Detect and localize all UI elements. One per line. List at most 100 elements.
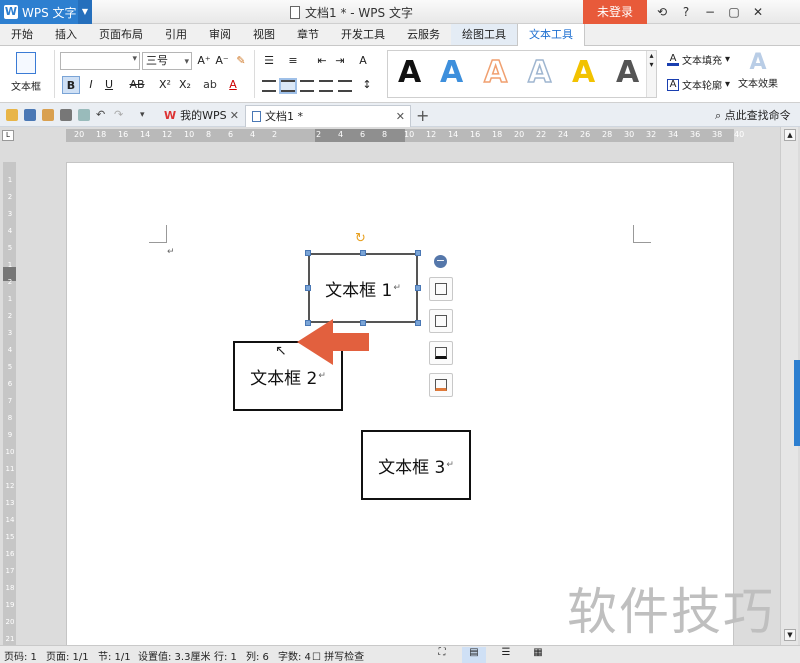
ruler-tick-label: 22	[536, 130, 547, 139]
fill-button[interactable]	[429, 341, 453, 365]
underline-button[interactable]: U	[102, 76, 116, 94]
ruler-tick-label: 9	[7, 431, 13, 439]
scroll-up-icon[interactable]: ▲	[784, 129, 796, 141]
bold-button[interactable]: B	[62, 76, 80, 94]
text-fill-button[interactable]: A 文本填充 ▾	[667, 52, 730, 67]
style-sample-grey-outline[interactable]: A	[527, 54, 552, 91]
font-size-select[interactable]: 三号	[142, 52, 192, 70]
clear-format-icon[interactable]: ✎	[234, 52, 248, 70]
tab-cloud[interactable]: 云服务	[396, 24, 451, 45]
decrease-indent-icon[interactable]: ⇤	[314, 52, 330, 70]
text-outline-button[interactable]: A 文本轮廓 ▾	[667, 77, 730, 92]
resize-handle[interactable]	[305, 250, 311, 256]
layout-options-button[interactable]	[429, 277, 453, 301]
numbered-list-icon[interactable]: ≡	[284, 52, 302, 70]
tab-document-1[interactable]: 文档1 * ✕	[245, 105, 411, 127]
align-justify-icon[interactable]	[319, 80, 333, 92]
rotate-handle-icon[interactable]: ↻	[355, 231, 366, 246]
print-preview-icon[interactable]	[78, 109, 90, 121]
tab-my-wps[interactable]: W 我的WPS ✕	[158, 105, 244, 127]
increase-indent-icon[interactable]: ⇥	[332, 52, 348, 70]
vertical-ruler[interactable]: 1 2 3 4 5 1 2 1 2 3 4 5 6 7 8 9 10 11 12 13 14 15 16 17 18 19 20 21	[3, 162, 16, 645]
style-sample-grey[interactable]: A	[616, 55, 639, 91]
line-spacing-icon[interactable]: ↕	[358, 76, 376, 94]
tab-section[interactable]: 章节	[286, 24, 330, 45]
resize-handle[interactable]	[305, 285, 311, 291]
strikethrough-button[interactable]: AB	[126, 76, 148, 94]
align-center-icon[interactable]	[279, 78, 297, 94]
app-menu-button[interactable]: W WPS 文字 ▼	[0, 0, 92, 24]
resize-handle[interactable]	[415, 285, 421, 291]
superscript-button[interactable]: X²	[156, 76, 174, 94]
highlight-icon[interactable]: ab	[200, 76, 220, 94]
align-right-icon[interactable]	[300, 80, 314, 92]
login-button[interactable]: 未登录	[583, 0, 647, 24]
text-effect-button[interactable]: A 文本效果	[738, 50, 778, 90]
font-name-select[interactable]	[60, 52, 140, 70]
tab-review[interactable]: 审阅	[198, 24, 242, 45]
distributed-icon[interactable]	[338, 80, 352, 92]
skin-icon[interactable]: ⟲	[650, 5, 674, 19]
tab-references[interactable]: 引用	[154, 24, 198, 45]
close-icon[interactable]: ✕	[746, 5, 770, 19]
textbox-3[interactable]: 文本框 3 ↵	[361, 430, 471, 500]
align-left-icon[interactable]	[262, 80, 276, 92]
spellcheck-toggle[interactable]: ☐ 拼写检查	[312, 648, 364, 663]
resize-handle[interactable]	[415, 320, 421, 326]
italic-button[interactable]: I	[84, 76, 98, 94]
app-menu-chevron-icon[interactable]: ▼	[78, 0, 92, 24]
scroll-down-icon[interactable]: ▼	[784, 629, 796, 641]
outline-view-icon[interactable]: ☰	[494, 647, 518, 663]
collapse-icon[interactable]: −	[434, 255, 447, 268]
font-color-icon[interactable]: A	[226, 76, 240, 94]
minimize-icon[interactable]: −	[698, 5, 722, 19]
text-direction-icon[interactable]: A	[354, 52, 372, 70]
tab-view[interactable]: 视图	[242, 24, 286, 45]
export-pdf-icon[interactable]	[42, 109, 54, 121]
tab-page-layout[interactable]: 页面布局	[88, 24, 154, 45]
fill-bucket-icon	[435, 347, 447, 359]
tab-text-tools[interactable]: 文本工具	[517, 24, 585, 47]
undo-icon[interactable]: ↶	[96, 109, 108, 121]
ruler-tick-label: 4	[7, 227, 13, 235]
outline-button[interactable]	[429, 373, 453, 397]
style-sample-black[interactable]: A	[398, 55, 421, 91]
shape-edit-button[interactable]	[429, 309, 453, 333]
page-view-icon[interactable]: ▤	[462, 647, 486, 663]
textbox-button[interactable]: 文本框	[4, 50, 48, 98]
find-command[interactable]: ⌕ 点此查找命令	[715, 107, 791, 123]
tab-stop-selector[interactable]: L	[2, 130, 14, 141]
textbox-1[interactable]: 文本框 1 ↵	[308, 253, 418, 323]
move-cursor-icon: ↖	[275, 343, 287, 359]
horizontal-ruler[interactable]: 20 18 16 14 12 10 8 6 4 2 2 4 6 8 10 12 14 16 18 20 22 24 26 28…	[66, 129, 744, 142]
style-sample-blue[interactable]: A	[440, 55, 463, 91]
gallery-scroll[interactable]: ▴ ▾	[646, 51, 656, 97]
save-icon[interactable]	[24, 109, 36, 121]
print-icon[interactable]	[60, 109, 72, 121]
grow-font-button[interactable]: A⁺	[196, 52, 212, 70]
fullscreen-view-icon[interactable]: ⛶	[430, 647, 454, 663]
shrink-font-button[interactable]: A⁻	[214, 52, 230, 70]
maximize-icon[interactable]: ▢	[722, 5, 746, 19]
help-icon[interactable]: ?	[674, 5, 698, 19]
style-sample-gold[interactable]: A	[572, 55, 595, 91]
web-view-icon[interactable]: ▦	[526, 647, 550, 663]
tab-insert[interactable]: 插入	[44, 24, 88, 45]
tab-start[interactable]: 开始	[0, 24, 44, 45]
style-sample-orange-outline[interactable]: A	[483, 54, 508, 91]
window-controls: ⟲ ? − ▢ ✕	[650, 0, 770, 24]
bullet-list-icon[interactable]: ☰	[260, 52, 278, 70]
close-icon[interactable]: ✕	[396, 106, 405, 128]
subscript-button[interactable]: X₂	[176, 76, 194, 94]
redo-icon[interactable]: ↷	[114, 109, 126, 121]
tab-drawing-tools[interactable]: 绘图工具	[451, 24, 517, 45]
textbox-2-text: 文本框 2	[250, 368, 318, 389]
side-panel-toggle[interactable]	[794, 360, 800, 446]
open-icon[interactable]	[6, 109, 18, 121]
resize-handle[interactable]	[360, 250, 366, 256]
new-tab-icon[interactable]: +	[416, 106, 429, 125]
customize-chevron-icon[interactable]: ▾	[140, 109, 152, 121]
close-icon[interactable]: ✕	[230, 105, 239, 127]
tab-developer[interactable]: 开发工具	[330, 24, 396, 45]
resize-handle[interactable]	[415, 250, 421, 256]
